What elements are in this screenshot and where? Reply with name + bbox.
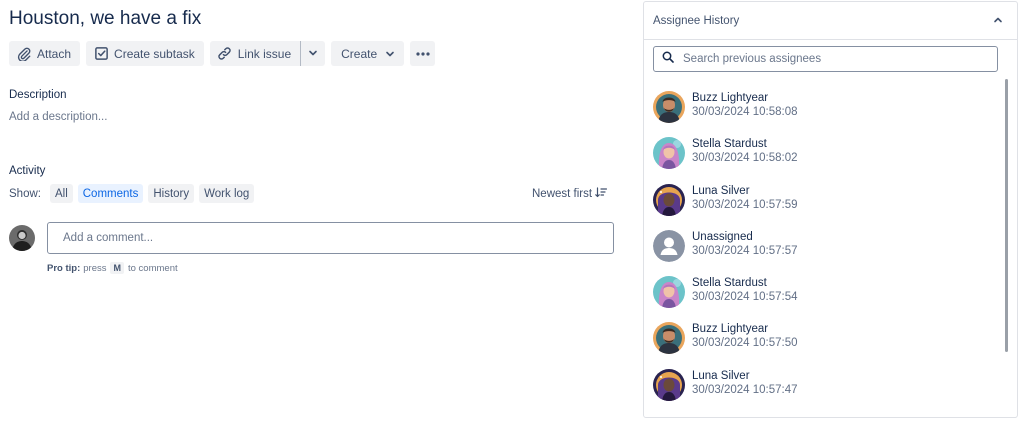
link-issue-split: Link issue — [209, 41, 326, 66]
assignee-history-text: Stella Stardust 30/03/2024 10:57:54 — [692, 276, 798, 304]
assignee-history-item[interactable]: Stella Stardust 30/03/2024 10:57:54 — [653, 273, 993, 319]
assignee-history-text: Buzz Lightyear 30/03/2024 10:57:50 — [692, 322, 798, 350]
attach-label: Attach — [37, 46, 72, 61]
assignee-name: Luna Silver — [692, 369, 750, 382]
chevron-up-icon[interactable] — [993, 12, 1003, 30]
link-icon — [217, 46, 233, 62]
more-horizontal-icon — [415, 51, 431, 57]
chevron-down-icon — [308, 45, 318, 63]
assignee-timestamp: 30/03/2024 10:57:59 — [692, 198, 798, 211]
create-button[interactable]: Create — [331, 41, 405, 66]
protip-label: Pro tip: — [47, 262, 81, 274]
filter-comments[interactable]: Comments — [77, 184, 144, 203]
sort-descending-icon — [592, 187, 608, 201]
filter-work-log[interactable]: Work log — [199, 184, 255, 203]
sort-order-button[interactable]: Newest first — [532, 187, 608, 201]
assignee-name: Luna Silver — [692, 184, 750, 197]
issue-toolbar: Attach Create subtask Link issue Create — [9, 41, 441, 66]
issue-main: Houston, we have a fix Attach Create sub… — [0, 0, 630, 426]
assignee-history-text: Stella Stardust 30/03/2024 10:58:02 — [692, 137, 798, 165]
assignee-avatar — [653, 137, 685, 170]
link-issue-dropdown-button[interactable] — [300, 41, 326, 66]
create-subtask-button[interactable]: Create subtask — [86, 41, 204, 66]
assignee-timestamp: 30/03/2024 10:57:47 — [692, 383, 798, 396]
more-actions-button[interactable] — [410, 41, 436, 66]
shortcut-key: M — [110, 262, 124, 274]
protip-suffix: to comment — [127, 262, 178, 274]
assignee-history-list: Buzz Lightyear 30/03/2024 10:58:08 Stella… — [653, 88, 993, 412]
unassigned-user-icon — [653, 229, 685, 262]
assignee-history-text: Luna Silver 30/03/2024 10:57:59 — [692, 184, 798, 212]
create-subtask-label: Create subtask — [114, 46, 195, 61]
scrollbar[interactable] — [1005, 79, 1008, 352]
create-label: Create — [341, 46, 378, 61]
assignee-search-field[interactable] — [653, 46, 998, 72]
assignee-history-item[interactable]: Buzz Lightyear 30/03/2024 10:58:08 — [653, 88, 993, 134]
assignee-name: Unassigned — [692, 230, 753, 243]
pro-tip: Pro tip: press M to comment — [47, 262, 178, 274]
assignee-timestamp: 30/03/2024 10:57:54 — [692, 291, 798, 304]
protip-press: press — [83, 262, 107, 274]
assignee-history-text: Unassigned 30/03/2024 10:57:57 — [692, 230, 798, 258]
link-issue-button[interactable]: Link issue — [209, 41, 301, 66]
search-icon — [662, 50, 674, 68]
assignee-name: Stella Stardust — [692, 277, 767, 290]
assignee-history-panel: Assignee History Buzz Lightyear30/03/202… — [643, 1, 1018, 418]
assignee-history-text: Buzz Lightyear 30/03/2024 10:58:08 — [692, 91, 798, 119]
issue-title[interactable]: Houston, we have a fix — [9, 8, 201, 30]
filter-history[interactable]: History — [148, 184, 195, 203]
assignee-name: Buzz Lightyear — [692, 323, 769, 336]
assignee-history-title: Assignee History — [653, 14, 740, 27]
link-issue-label: Link issue — [237, 46, 292, 61]
show-label: Show: — [9, 187, 41, 200]
assignee-avatar — [653, 276, 685, 309]
assignee-search-input[interactable] — [683, 53, 983, 65]
assignee-name: Buzz Lightyear — [692, 92, 769, 104]
assignee-timestamp: 30/03/2024 10:57:50 — [692, 337, 798, 350]
assignee-timestamp: 30/03/2024 10:58:08 — [692, 106, 798, 118]
assignee-name: Stella Stardust — [692, 138, 767, 151]
activity-heading: Activity — [9, 165, 46, 177]
assignee-avatar — [653, 91, 685, 123]
description-heading: Description — [9, 89, 67, 101]
assignee-history-item[interactable]: Luna Silver 30/03/2024 10:57:47 — [653, 366, 993, 412]
assignee-history-item[interactable]: Stella Stardust 30/03/2024 10:58:02 — [653, 134, 993, 180]
description-field[interactable]: Add a description... — [9, 111, 107, 123]
assignee-timestamp: 30/03/2024 10:57:57 — [692, 244, 798, 257]
activity-filters: Show: All Comments History Work log — [9, 184, 259, 203]
paperclip-icon — [16, 46, 32, 62]
chevron-down-icon — [385, 49, 395, 59]
subtask-icon — [93, 46, 109, 62]
comment-input[interactable]: Add a comment... — [47, 222, 614, 254]
assignee-avatar — [653, 368, 685, 401]
attach-button[interactable]: Attach — [9, 41, 81, 66]
assignee-timestamp: 30/03/2024 10:58:02 — [692, 152, 798, 165]
assignee-history-header[interactable]: Assignee History — [644, 2, 1017, 40]
assignee-history-text: Luna Silver 30/03/2024 10:57:47 — [692, 369, 798, 397]
sort-label: Newest first — [532, 188, 593, 200]
assignee-history-item[interactable]: Buzz Lightyear 30/03/2024 10:57:50 — [653, 319, 993, 365]
comment-placeholder: Add a comment... — [63, 232, 154, 244]
assignee-history-item[interactable]: Unassigned 30/03/2024 10:57:57 — [653, 227, 993, 273]
assignee-history-item[interactable]: Luna Silver 30/03/2024 10:57:59 — [653, 181, 993, 227]
assignee-avatar — [653, 183, 685, 216]
current-user-avatar — [9, 225, 35, 251]
assignee-avatar — [653, 322, 685, 355]
filter-all[interactable]: All — [49, 184, 73, 203]
